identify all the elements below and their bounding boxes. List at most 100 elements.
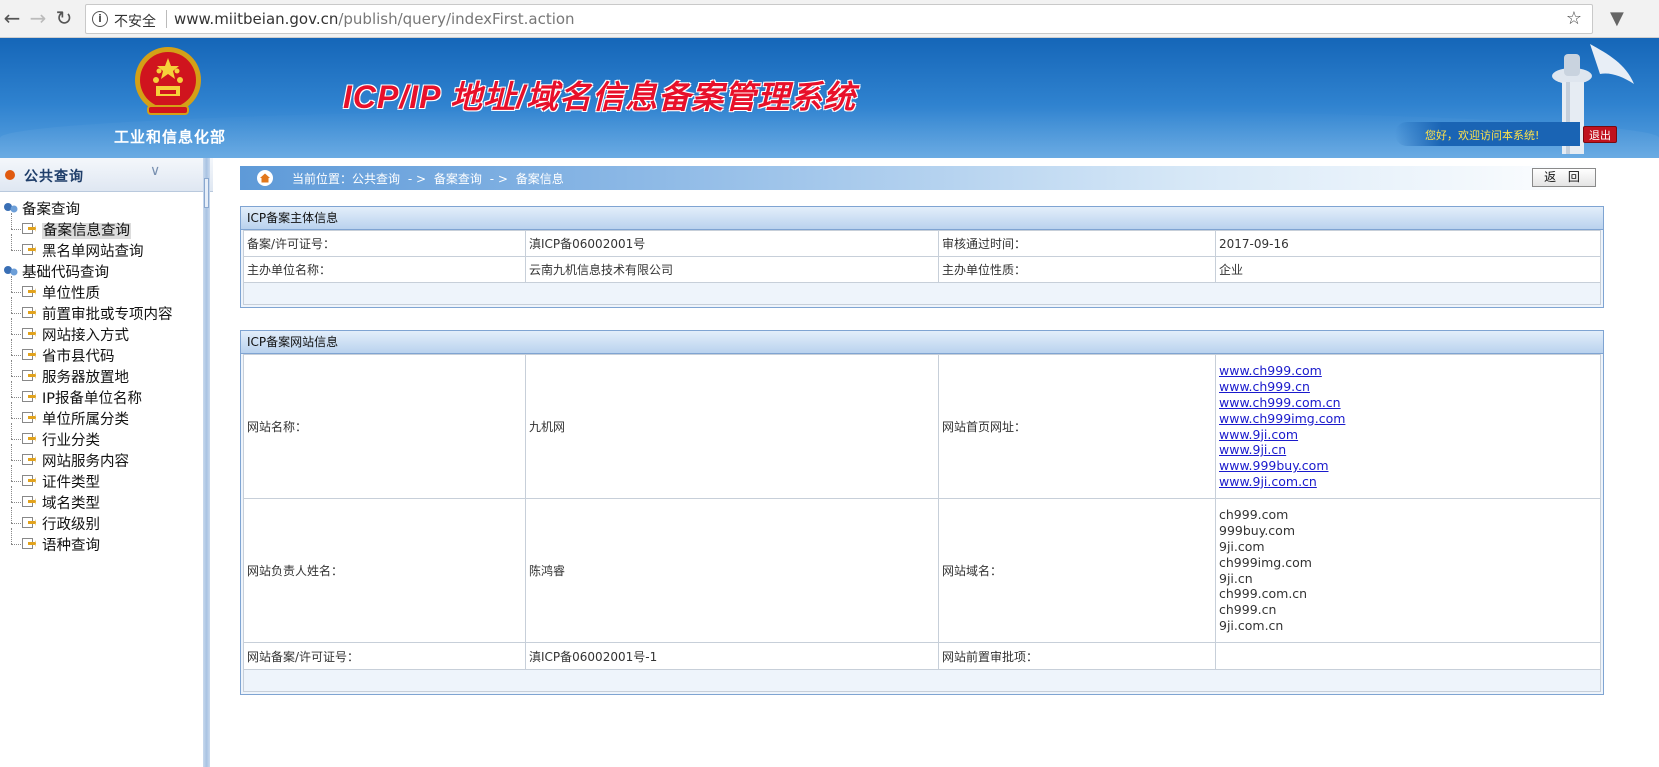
- org-name-value: 云南九机信息技术有限公司: [525, 256, 939, 283]
- info-icon[interactable]: i: [92, 11, 108, 27]
- domain-list: ch999.com 999buy.com 9ji.com ch999img.com 9j…: [1215, 498, 1601, 643]
- tree-item[interactable]: 前置审批或专项内容: [0, 297, 210, 324]
- ministry-name: 工业和信息化部: [113, 128, 226, 146]
- tree-item[interactable]: 备案信息查询: [0, 213, 210, 240]
- tree-item-label: 证件类型: [42, 475, 100, 491]
- tree-item[interactable]: 省市县代码: [0, 339, 210, 366]
- logout-button[interactable]: 退出: [1583, 126, 1617, 143]
- breadcrumb-separator: - >: [407, 172, 427, 186]
- tree-item-label: 基础代码查询: [22, 265, 109, 281]
- splitter-grip[interactable]: [204, 178, 209, 208]
- homepage-url-link[interactable]: www.9ji.cn: [1219, 442, 1597, 458]
- tree-item[interactable]: 行政级别: [0, 507, 210, 534]
- site-license-value: 滇ICP备06002001号-1: [525, 642, 939, 670]
- pre-approval-label: 网站前置审批项：: [938, 642, 1216, 670]
- back-arrow-icon[interactable]: ←: [0, 6, 24, 30]
- tree-item-label: 行政级别: [42, 517, 100, 533]
- forward-arrow-icon[interactable]: →: [26, 6, 50, 30]
- tree-line: [11, 229, 21, 230]
- homepage-url-link[interactable]: www.9ji.com.cn: [1219, 474, 1597, 490]
- address-divider: [166, 10, 167, 28]
- tree-line: [11, 544, 21, 545]
- sidebar-splitter[interactable]: [203, 158, 210, 767]
- url-text[interactable]: www.miitbeian.gov.cn/publish/query/index…: [174, 10, 575, 28]
- tree-line: [11, 276, 12, 292]
- tree-line: [11, 234, 12, 250]
- browser-toolbar: ← → ↻ i 不安全 www.miitbeian.gov.cn/publish…: [0, 0, 1659, 38]
- sidebar-title: 公共查询: [24, 169, 84, 185]
- sidebar-tree: 备案查询 备案信息查询 黑名单网站查询基础代码查询单位性质前置审批或专项内容 网站接入…: [0, 198, 210, 555]
- tree-item-label: IP报备单位名称: [42, 391, 143, 407]
- document-icon: [22, 475, 36, 486]
- tree-item-label: 语种查询: [42, 538, 100, 554]
- entity-info-panel: ICP备案主体信息 备案/许可证号： 滇ICP备06002001号 审核通过时间…: [240, 206, 1604, 308]
- document-icon: [22, 244, 36, 255]
- document-icon: [22, 496, 36, 507]
- homepage-url-link[interactable]: www.9ji.com: [1219, 427, 1597, 443]
- homepage-url-link[interactable]: www.ch999img.com: [1219, 411, 1597, 427]
- tree-item[interactable]: 服务器放置地: [0, 360, 210, 387]
- homepage-label: 网站首页网址：: [938, 354, 1216, 499]
- reload-icon[interactable]: ↻: [52, 6, 76, 30]
- tree-line: [11, 297, 12, 313]
- org-name-label: 主办单位名称：: [243, 256, 526, 283]
- site-panel-title: ICP备案网站信息: [241, 331, 1603, 354]
- sidebar-header[interactable]: 公共查询 ∨: [0, 158, 213, 192]
- tree-item-label: 行业分类: [42, 433, 100, 449]
- tree-item-label: 备案查询: [22, 202, 80, 218]
- tree-line: [11, 402, 12, 418]
- folder-group-icon: [4, 203, 18, 213]
- security-label[interactable]: 不安全: [114, 11, 156, 31]
- tree-item-label: 单位所属分类: [42, 412, 129, 428]
- document-icon: [22, 286, 36, 297]
- tree-line: [11, 528, 12, 544]
- document-icon: [22, 223, 36, 234]
- extension-icon[interactable]: ▼: [1610, 8, 1624, 29]
- chevron-down-icon[interactable]: ∨: [150, 163, 160, 179]
- breadcrumb-level3[interactable]: 备案信息: [516, 172, 564, 186]
- tree-item[interactable]: 域名类型: [0, 486, 210, 513]
- tree-item[interactable]: 网站服务内容: [0, 444, 210, 471]
- tree-item[interactable]: 单位性质: [0, 276, 210, 303]
- entity-panel-title: ICP备案主体信息: [241, 207, 1603, 230]
- tree-item[interactable]: 网站接入方式: [0, 318, 210, 345]
- homepage-url-list: www.ch999.com www.ch999.cn www.ch999.com.c…: [1215, 354, 1601, 499]
- tree-line: [11, 439, 21, 440]
- owner-value: 陈鸿睿: [525, 498, 939, 643]
- tree-item[interactable]: 语种查询: [0, 528, 210, 555]
- document-icon: [22, 328, 36, 339]
- home-icon[interactable]: [256, 170, 274, 186]
- address-bar[interactable]: i 不安全 www.miitbeian.gov.cn/publish/query…: [85, 4, 1593, 34]
- org-type-value: 企业: [1215, 256, 1601, 283]
- homepage-url-link[interactable]: www.ch999.com: [1219, 363, 1597, 379]
- tree-item-label: 单位性质: [42, 286, 100, 302]
- domain-item: ch999img.com: [1219, 554, 1312, 570]
- tree-item-label: 省市县代码: [42, 349, 115, 365]
- document-icon: [22, 391, 36, 402]
- tree-line: [11, 339, 12, 355]
- license-value: 滇ICP备06002001号: [525, 230, 939, 257]
- homepage-url-link[interactable]: www.ch999.cn: [1219, 379, 1597, 395]
- tree-item[interactable]: 行业分类: [0, 423, 210, 450]
- bookmark-star-icon[interactable]: ☆: [1566, 8, 1582, 29]
- tree-line: [11, 502, 21, 503]
- document-icon: [22, 517, 36, 528]
- domain-item: 999buy.com: [1219, 523, 1296, 539]
- owner-label: 网站负责人姓名：: [243, 498, 526, 643]
- document-icon: [22, 307, 36, 318]
- tree-line: [11, 334, 21, 335]
- tree-item-label: 前置审批或专项内容: [42, 307, 173, 323]
- tree-item[interactable]: 证件类型: [0, 465, 210, 492]
- tree-item[interactable]: IP报备单位名称: [0, 381, 210, 408]
- breadcrumb-level2[interactable]: 备案查询: [434, 172, 482, 186]
- homepage-url-link[interactable]: www.999buy.com: [1219, 458, 1597, 474]
- back-button[interactable]: 返 回: [1532, 168, 1596, 187]
- tree-group[interactable]: 基础代码查询: [0, 261, 210, 282]
- tree-item-label: 域名类型: [42, 496, 100, 512]
- site-name-label: 网站名称：: [243, 354, 526, 499]
- document-icon: [22, 370, 36, 381]
- tree-item[interactable]: 单位所属分类: [0, 402, 210, 429]
- tree-item[interactable]: 黑名单网站查询: [0, 234, 210, 261]
- tree-group[interactable]: 备案查询: [0, 198, 210, 219]
- homepage-url-link[interactable]: www.ch999.com.cn: [1219, 395, 1597, 411]
